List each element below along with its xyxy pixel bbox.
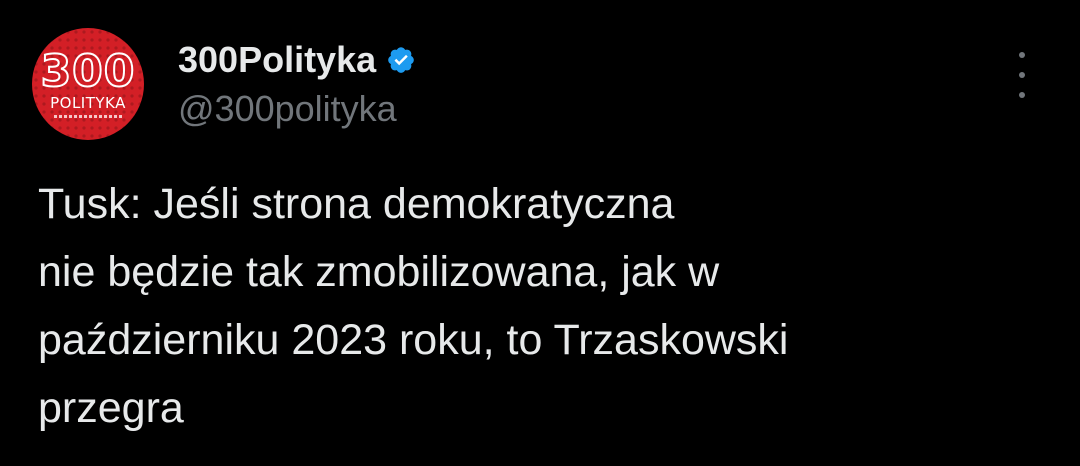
tweet-text-line: przegra xyxy=(38,384,184,432)
more-options-icon[interactable] xyxy=(1008,52,1036,98)
author-name-row: 300Polityka xyxy=(178,40,416,80)
tweet-text-line: październiku 2023 roku, to Trzaskowski xyxy=(38,316,789,364)
more-dot xyxy=(1019,72,1025,78)
tweet-card: 300 POLITYKA 300Polityka @300polityka Tu… xyxy=(0,0,1080,466)
tweet-text: Tusk: Jeśli strona demokratyczna nie będ… xyxy=(38,170,1048,442)
tweet-text-line: nie będzie tak zmobilizowana, jak w xyxy=(38,248,720,296)
avatar-number: 300 xyxy=(40,46,136,97)
more-dot xyxy=(1019,52,1025,58)
avatar[interactable]: 300 POLITYKA xyxy=(32,28,144,140)
avatar-wordmark: POLITYKA xyxy=(50,94,126,112)
verified-badge-icon xyxy=(386,45,416,75)
tweet-text-line: Tusk: Jeśli strona demokratyczna xyxy=(38,180,675,228)
more-dot xyxy=(1019,92,1025,98)
display-name[interactable]: 300Polityka xyxy=(178,40,376,80)
avatar-tagline-rule xyxy=(54,115,122,118)
handle[interactable]: @300polityka xyxy=(178,88,397,130)
